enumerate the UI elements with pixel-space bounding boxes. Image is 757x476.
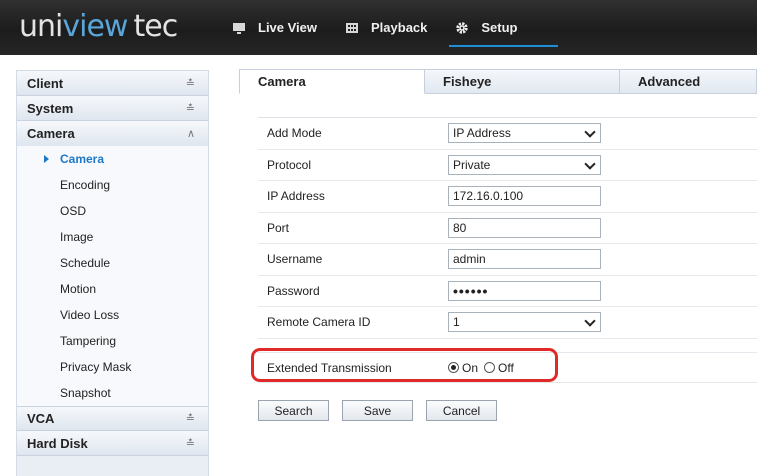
sidebar-item-encoding[interactable]: Encoding xyxy=(17,172,208,198)
sidebar: Client ≛ System ≛ Camera ∧ Camera Encodi… xyxy=(16,70,209,476)
sidebar-item-camera[interactable]: Camera xyxy=(17,146,208,172)
chevron-down-icon: ≛ xyxy=(185,437,195,450)
chevron-down-icon: ≛ xyxy=(185,102,195,115)
sidebar-item-tampering[interactable]: Tampering xyxy=(17,328,208,354)
gear-icon xyxy=(455,21,469,35)
nav-setup[interactable]: Setup xyxy=(449,0,558,55)
tab-advanced[interactable]: Advanced xyxy=(620,69,757,94)
uniview-logo: uni view tec xyxy=(19,9,178,44)
search-button[interactable]: Search xyxy=(258,400,329,421)
port-label: Port xyxy=(267,220,290,235)
extended-off-radio[interactable]: Off xyxy=(484,361,514,375)
row-port: Port 80 xyxy=(258,213,757,244)
row-ip-address: IP Address 172.16.0.100 xyxy=(258,181,757,213)
cancel-button[interactable]: Cancel xyxy=(426,400,497,421)
radio-selected-icon xyxy=(448,362,459,373)
top-bar: uni view tec Live View Playback Setup xyxy=(0,0,757,55)
ip-address-input[interactable]: 172.16.0.100 xyxy=(448,186,601,207)
protocol-label: Protocol xyxy=(267,157,312,172)
tab-bar: Camera Fisheye Advanced xyxy=(239,69,757,94)
sidebar-item-osd[interactable]: OSD xyxy=(17,198,208,224)
sidebar-item-schedule[interactable]: Schedule xyxy=(17,250,208,276)
port-input[interactable]: 80 xyxy=(448,217,601,238)
monitor-icon xyxy=(232,21,246,35)
row-remote-camera-id: Remote Camera ID 1 xyxy=(258,307,757,339)
tab-camera[interactable]: Camera xyxy=(239,69,425,94)
row-add-mode: Add Mode IP Address xyxy=(258,118,757,150)
row-protocol: Protocol Private xyxy=(258,150,757,181)
remote-camera-id-label: Remote Camera ID xyxy=(267,315,371,330)
sidebar-group-client[interactable]: Client ≛ xyxy=(17,71,208,96)
chevron-up-icon: ∧ xyxy=(186,128,195,140)
password-label: Password xyxy=(267,283,320,298)
sidebar-item-snapshot[interactable]: Snapshot xyxy=(17,380,208,406)
button-bar: Search Save Cancel xyxy=(258,400,510,421)
tab-fisheye[interactable]: Fisheye xyxy=(425,69,620,94)
radio-unselected-icon xyxy=(484,362,496,373)
row-username: Username admin xyxy=(258,244,757,276)
ip-address-label: IP Address xyxy=(267,189,325,204)
remote-camera-id-select[interactable]: 1 xyxy=(448,312,601,333)
chevron-down-icon: ≛ xyxy=(185,413,195,425)
username-input[interactable]: admin xyxy=(448,249,601,270)
triangle-right-icon xyxy=(44,155,49,163)
row-password: Password •••••• xyxy=(258,276,757,307)
sidebar-item-privacy-mask[interactable]: Privacy Mask xyxy=(17,354,208,380)
protocol-select[interactable]: Private xyxy=(448,154,601,175)
add-mode-label: Add Mode xyxy=(267,126,322,141)
extended-transmission-label: Extended Transmission xyxy=(267,360,392,375)
save-button[interactable]: Save xyxy=(342,400,413,421)
sidebar-item-video-loss[interactable]: Video Loss xyxy=(17,302,208,328)
top-nav: Live View Playback Setup xyxy=(232,0,558,55)
username-label: Username xyxy=(267,252,323,267)
nav-live-view[interactable]: Live View xyxy=(232,0,317,55)
sidebar-group-hard-disk[interactable]: Hard Disk ≛ xyxy=(17,431,208,456)
password-input[interactable]: •••••• xyxy=(448,280,601,301)
extended-on-radio[interactable]: On xyxy=(448,361,478,375)
film-icon xyxy=(345,21,359,35)
sidebar-item-image[interactable]: Image xyxy=(17,224,208,250)
sidebar-group-system[interactable]: System ≛ xyxy=(17,96,208,121)
camera-form: Add Mode IP Address Protocol Private IP … xyxy=(258,117,757,339)
row-extended-transmission: Extended Transmission On Off xyxy=(258,352,757,383)
chevron-down-icon: ≛ xyxy=(185,77,195,90)
sidebar-group-camera[interactable]: Camera ∧ xyxy=(17,121,208,146)
add-mode-select[interactable]: IP Address xyxy=(448,123,601,144)
nav-playback[interactable]: Playback xyxy=(345,0,427,55)
sidebar-item-motion[interactable]: Motion xyxy=(17,276,208,302)
sidebar-group-vca[interactable]: VCA ≛ xyxy=(17,406,208,431)
camera-submenu: Camera Encoding OSD Image Schedule Motio… xyxy=(17,146,208,406)
